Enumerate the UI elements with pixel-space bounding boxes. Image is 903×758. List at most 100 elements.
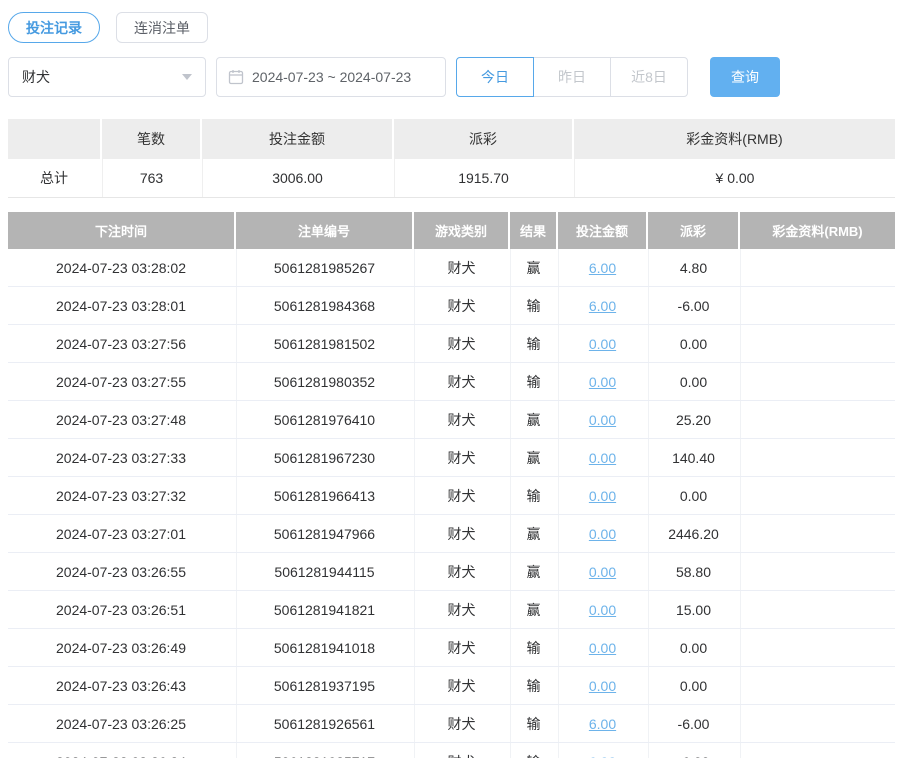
- table-row: 2024-07-23 03:27:55 5061281980352 财犬输 0.00 0…: [8, 363, 895, 401]
- summary-header-cell-0: [8, 119, 100, 159]
- payout-value: 140.40: [648, 439, 738, 476]
- game-select-value: 财犬: [22, 69, 50, 85]
- bet-amount-link[interactable]: 0.00: [589, 412, 616, 428]
- payout-value: -6.00: [648, 743, 738, 758]
- bet-time: 2024-07-23 03:27:33: [8, 439, 234, 476]
- table-row: 2024-07-23 03:26:43 5061281937195 财犬输 0.00 0…: [8, 667, 895, 705]
- game-category: 财犬: [414, 287, 508, 324]
- last-8-days-button[interactable]: 近8日: [610, 57, 688, 97]
- game-category: 财犬: [414, 401, 508, 438]
- table-row: 2024-07-23 03:26:25 5061281926561 财犬输 6.00 -…: [8, 705, 895, 743]
- result-label: 输: [510, 363, 556, 400]
- game-category: 财犬: [414, 629, 508, 666]
- records-header-cell-4: 投注金额: [558, 212, 646, 249]
- result-label: 赢: [510, 249, 556, 286]
- records-table-body: 2024-07-23 03:28:02 5061281985267 财犬赢 6.00 4…: [8, 249, 895, 758]
- summary-header-cell-3: 派彩: [394, 119, 572, 159]
- order-number: 5061281937195: [236, 667, 412, 704]
- bet-time: 2024-07-23 03:26:43: [8, 667, 234, 704]
- summary-total-cell-2: 3006.00: [202, 159, 392, 197]
- bet-amount-link[interactable]: 6.00: [589, 716, 616, 732]
- summary-total-cell-0: 总计: [8, 159, 100, 197]
- bet-amount-link[interactable]: 0.00: [589, 564, 616, 580]
- result-label: 输: [510, 667, 556, 704]
- tab-cancelled-orders[interactable]: 连消注单: [116, 12, 208, 43]
- bet-amount-link[interactable]: 0.00: [589, 336, 616, 352]
- date-range-value: 2024-07-23 ~ 2024-07-23: [252, 69, 412, 85]
- order-number: 5061281926561: [236, 705, 412, 742]
- records-table: 下注时间 注单编号 游戏类别 结果 投注金额 派彩 彩金资料(RMB) 2024-07-23…: [8, 212, 895, 758]
- bet-amount-cell: 0.00: [558, 363, 646, 400]
- order-number: 5061281944115: [236, 553, 412, 590]
- payout-value: 4.80: [648, 249, 738, 286]
- table-row: 2024-07-23 03:27:01 5061281947966 财犬赢 0.00 2…: [8, 515, 895, 553]
- order-number: 5061281985267: [236, 249, 412, 286]
- table-row: 2024-07-23 03:26:55 5061281944115 财犬赢 0.00 5…: [8, 553, 895, 591]
- payout-value: 0.00: [648, 667, 738, 704]
- bet-time: 2024-07-23 03:27:32: [8, 477, 234, 514]
- bonus-value: [740, 553, 895, 590]
- bet-amount-cell: 0.00: [558, 477, 646, 514]
- summary-total-cell-3: 1915.70: [394, 159, 572, 197]
- bet-amount-cell: 6.00: [558, 249, 646, 286]
- bet-amount-link[interactable]: 0.00: [589, 450, 616, 466]
- game-category: 财犬: [414, 553, 508, 590]
- payout-value: 0.00: [648, 477, 738, 514]
- bet-time: 2024-07-23 03:26:51: [8, 591, 234, 628]
- page: 投注记录 连消注单 财犬 2024-07-23 ~ 2024-07-23 今日 …: [0, 0, 903, 758]
- result-label: 输: [510, 287, 556, 324]
- records-header-cell-1: 注单编号: [236, 212, 412, 249]
- order-number: 5061281967230: [236, 439, 412, 476]
- bonus-value: [740, 667, 895, 704]
- today-button[interactable]: 今日: [456, 57, 534, 97]
- bet-amount-cell: 6.00: [558, 705, 646, 742]
- bet-amount-link[interactable]: 0.00: [589, 640, 616, 656]
- bet-amount-cell: 0.00: [558, 667, 646, 704]
- bet-amount-cell: 6.00: [558, 287, 646, 324]
- bet-amount-link[interactable]: 0.00: [589, 526, 616, 542]
- order-number: 5061281941821: [236, 591, 412, 628]
- bet-time: 2024-07-23 03:27:48: [8, 401, 234, 438]
- quick-range-group: 今日 昨日 近8日: [456, 57, 688, 97]
- bet-amount-cell: 0.00: [558, 401, 646, 438]
- tab-bet-records[interactable]: 投注记录: [8, 12, 100, 43]
- payout-value: 0.00: [648, 629, 738, 666]
- payout-value: 0.00: [648, 363, 738, 400]
- top-tabs: 投注记录 连消注单: [8, 12, 895, 43]
- bet-time: 2024-07-23 03:28:01: [8, 287, 234, 324]
- bet-amount-link[interactable]: 0.00: [589, 488, 616, 504]
- bet-amount-link[interactable]: 6.00: [589, 754, 616, 758]
- order-number: 5061281966413: [236, 477, 412, 514]
- game-category: 财犬: [414, 591, 508, 628]
- bet-amount-cell: 0.00: [558, 325, 646, 362]
- payout-value: 0.00: [648, 325, 738, 362]
- bonus-value: [740, 629, 895, 666]
- summary-total-cell-4: ¥ 0.00: [574, 159, 895, 197]
- bonus-value: [740, 401, 895, 438]
- game-category: 财犬: [414, 249, 508, 286]
- bonus-value: [740, 515, 895, 552]
- bonus-value: [740, 705, 895, 742]
- table-row: 2024-07-23 03:27:32 5061281966413 财犬输 0.00 0…: [8, 477, 895, 515]
- records-header-cell-6: 彩金资料(RMB): [740, 212, 895, 249]
- payout-value: 58.80: [648, 553, 738, 590]
- game-select[interactable]: 财犬: [8, 57, 206, 97]
- bet-time: 2024-07-23 03:26:49: [8, 629, 234, 666]
- bet-amount-link[interactable]: 0.00: [589, 678, 616, 694]
- bonus-value: [740, 439, 895, 476]
- result-label: 输: [510, 477, 556, 514]
- bonus-value: [740, 363, 895, 400]
- yesterday-button[interactable]: 昨日: [533, 57, 611, 97]
- bet-amount-link[interactable]: 0.00: [589, 602, 616, 618]
- game-category: 财犬: [414, 477, 508, 514]
- bet-amount-cell: 0.00: [558, 439, 646, 476]
- bet-amount-link[interactable]: 6.00: [589, 260, 616, 276]
- date-range-input[interactable]: 2024-07-23 ~ 2024-07-23: [216, 57, 446, 97]
- query-button[interactable]: 查询: [710, 57, 780, 97]
- bet-amount-link[interactable]: 6.00: [589, 298, 616, 314]
- bonus-value: [740, 591, 895, 628]
- bet-amount-link[interactable]: 0.00: [589, 374, 616, 390]
- table-row: 2024-07-23 03:27:48 5061281976410 财犬赢 0.00 2…: [8, 401, 895, 439]
- bet-time: 2024-07-23 03:27:01: [8, 515, 234, 552]
- bonus-value: [740, 287, 895, 324]
